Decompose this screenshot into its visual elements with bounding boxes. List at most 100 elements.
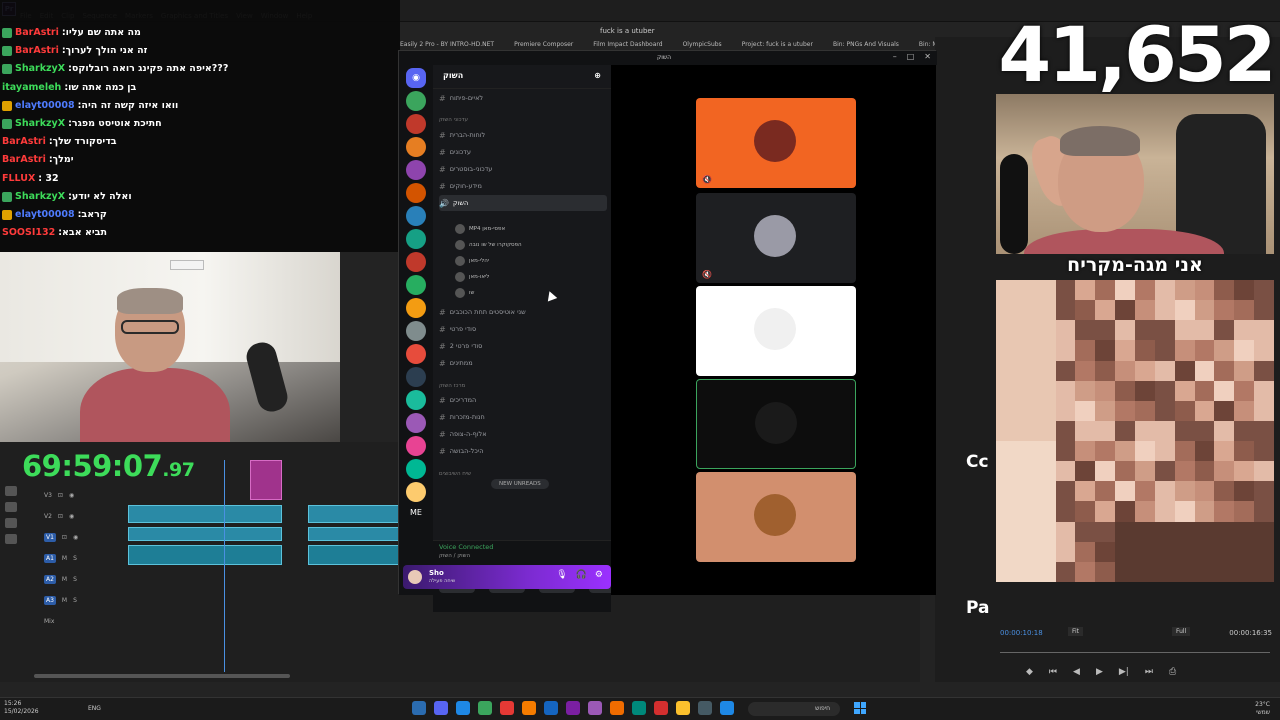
mark-in-icon[interactable]: ◆: [1026, 667, 1033, 677]
avatar[interactable]: [408, 570, 422, 584]
language-indicator[interactable]: ENG: [88, 705, 101, 712]
workspace-tab[interactable]: Bin: PNGs And Visuals: [833, 41, 899, 48]
track-a1[interactable]: A1 M S: [40, 548, 128, 569]
taskbar-app-icon[interactable]: [588, 701, 602, 715]
taskbar-app-icon[interactable]: [610, 701, 624, 715]
workspace-tab[interactable]: Premiere Composer: [514, 41, 573, 48]
workspace-tab[interactable]: OlympicSubs: [683, 41, 722, 48]
headphones-icon[interactable]: 🎧: [576, 570, 587, 580]
maximize-icon[interactable]: □: [907, 52, 915, 61]
server-icon[interactable]: [406, 482, 426, 502]
taskbar-app-icon[interactable]: [412, 701, 426, 715]
chat-username[interactable]: SharkzyX: [15, 60, 65, 78]
selection-tool-icon[interactable]: [5, 486, 17, 496]
server-icon[interactable]: [406, 275, 426, 295]
chat-username[interactable]: BarAstri: [15, 24, 59, 42]
participant-tile[interactable]: 🔇: [696, 98, 856, 188]
track-a2[interactable]: A2 M S: [40, 569, 128, 590]
server-icon[interactable]: [406, 344, 426, 364]
server-header[interactable]: ⊕ השוק: [433, 65, 611, 89]
taskbar-app-icon[interactable]: [500, 701, 514, 715]
server-icon[interactable]: [406, 160, 426, 180]
voice-user[interactable]: יהלי-מאן: [455, 253, 605, 268]
workspace-tab[interactable]: Film Impact Dashboard: [593, 41, 662, 48]
channel-item[interactable]: היכל-הבושה #: [439, 443, 607, 459]
type-tool-icon[interactable]: [5, 534, 17, 544]
server-icon[interactable]: [406, 321, 426, 341]
taskbar-app-icon[interactable]: [720, 701, 734, 715]
resolution-select[interactable]: Full: [1172, 627, 1191, 636]
taskbar-app-icon[interactable]: [544, 701, 558, 715]
server-icon[interactable]: [406, 183, 426, 203]
channel-item[interactable]: מידע-חוקים #: [439, 178, 607, 194]
channel-item[interactable]: ממתינים #: [439, 355, 607, 371]
chat-username[interactable]: SOOSI132: [2, 224, 55, 242]
ripple-tool-icon[interactable]: [5, 502, 17, 512]
settings-gear-icon[interactable]: ⚙: [595, 570, 603, 580]
chat-username[interactable]: BarAstri: [2, 133, 46, 151]
server-icon[interactable]: [406, 114, 426, 134]
taskbar-app-icon[interactable]: [676, 701, 690, 715]
participant-tile[interactable]: [696, 379, 856, 469]
track-v1[interactable]: V1 ⊡ ◉: [40, 527, 128, 548]
video-clip[interactable]: [128, 505, 282, 523]
server-icon[interactable]: [406, 459, 426, 479]
server-icon[interactable]: [406, 206, 426, 226]
channel-item[interactable]: שני אוטיסטים תחת הכוכבים #: [439, 304, 607, 320]
chat-username[interactable]: BarAstri: [15, 42, 59, 60]
participant-tile[interactable]: 🔇: [696, 193, 856, 283]
taskbar-app-icon[interactable]: [566, 701, 580, 715]
taskbar-app-icon[interactable]: [632, 701, 646, 715]
video-clip[interactable]: [128, 527, 282, 541]
chat-username[interactable]: elayt00008: [15, 97, 75, 115]
channel-item[interactable]: עדכונים #: [439, 144, 607, 160]
system-clock[interactable]: 15:26 15/02/2026: [4, 700, 39, 716]
close-icon[interactable]: ✕: [924, 52, 931, 61]
participant-tile[interactable]: [696, 286, 856, 376]
program-scrubber[interactable]: [1000, 643, 1270, 653]
workspace-tab[interactable]: Easily 2 Pro - BY INTRO-HD.NET: [400, 41, 494, 48]
timeline-scrollbar[interactable]: [34, 674, 290, 678]
minimize-icon[interactable]: –: [893, 52, 897, 61]
workspace-tab[interactable]: Project: fuck is a utuber: [742, 41, 813, 48]
track-mix[interactable]: Mix: [40, 611, 128, 632]
track-v2[interactable]: V2 ⊡ ◉: [40, 506, 128, 527]
server-icon[interactable]: [406, 390, 426, 410]
server-icon[interactable]: ME: [399, 505, 433, 521]
frame-back-icon[interactable]: ◀: [1073, 667, 1080, 677]
server-icon[interactable]: [406, 436, 426, 456]
video-clip[interactable]: [308, 505, 400, 523]
server-icon[interactable]: [406, 91, 426, 111]
channel-item[interactable]: סודי פרטי #: [439, 321, 607, 337]
chat-username[interactable]: FLLUX: [2, 170, 35, 188]
server-icon[interactable]: [406, 229, 426, 249]
graphic-clip[interactable]: [250, 460, 282, 500]
windows-start-icon[interactable]: [854, 702, 866, 714]
channel-item[interactable]: המדריכים #: [439, 392, 607, 408]
taskbar-app-icon[interactable]: [654, 701, 668, 715]
channel-item[interactable]: עדכוני-בוסטרים #: [439, 161, 607, 177]
chat-username[interactable]: SharkzyX: [15, 115, 65, 133]
channel-category[interactable]: עדכוני השוק: [439, 112, 607, 128]
voice-user[interactable]: שו: [455, 285, 605, 300]
chat-username[interactable]: elayt00008: [15, 206, 75, 224]
participant-tile[interactable]: [696, 472, 856, 562]
timeline-playhead[interactable]: [224, 460, 225, 672]
voice-user[interactable]: ליאו-מאן: [455, 269, 605, 284]
chat-username[interactable]: itayameleh: [2, 79, 61, 97]
server-icon[interactable]: [406, 298, 426, 318]
voice-user[interactable]: אפסי-מאן MP4: [455, 221, 605, 236]
step-back-icon[interactable]: ⏮: [1049, 667, 1057, 677]
mic-icon[interactable]: 🎙: [556, 570, 567, 580]
server-icon[interactable]: [406, 252, 426, 272]
play-icon[interactable]: ▶: [1096, 667, 1103, 677]
audio-clip[interactable]: [308, 545, 400, 565]
taskbar-app-icon[interactable]: [522, 701, 536, 715]
taskbar-app-icon[interactable]: [698, 701, 712, 715]
channel-item[interactable]: לוחות-הברית #: [439, 127, 607, 143]
server-icon[interactable]: [406, 137, 426, 157]
invite-icon[interactable]: ⊕: [594, 71, 601, 82]
weather-widget[interactable]: 23°C שמשי: [1255, 701, 1270, 717]
taskbar-search[interactable]: חיפוש: [748, 702, 840, 716]
channel-category[interactable]: שיח השיבוצים: [439, 466, 607, 482]
